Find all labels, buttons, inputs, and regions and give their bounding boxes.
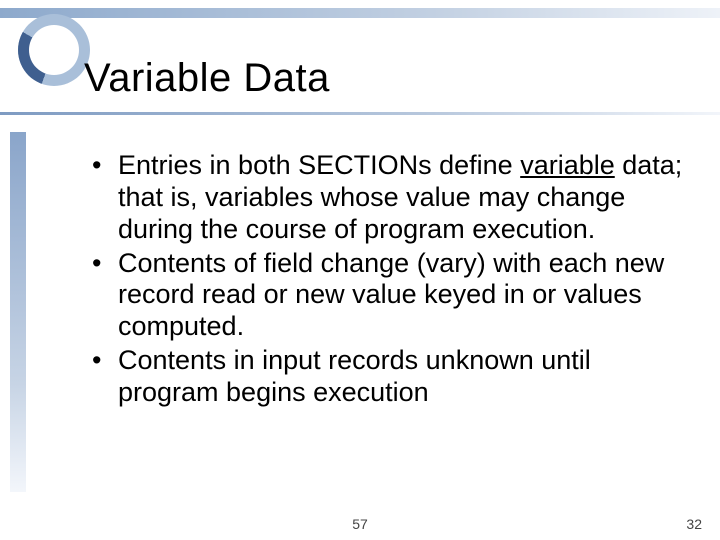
- bullet-item: Contents in input records unknown until …: [88, 345, 688, 409]
- slide-title: Variable Data: [84, 56, 330, 101]
- bullet-text-underlined: variable: [520, 150, 615, 180]
- top-accent-bar: [0, 8, 720, 18]
- footer-center-number: 57: [0, 516, 720, 532]
- content-area: Entries in both SECTIONs define variable…: [88, 150, 688, 411]
- bullet-item: Entries in both SECTIONs define variable…: [88, 150, 688, 246]
- bullet-item: Contents of field change (vary) with eac…: [88, 248, 688, 344]
- bullet-text: Contents in input records unknown until …: [118, 345, 591, 407]
- slide-number: 32: [686, 516, 702, 532]
- title-underline: [0, 112, 720, 115]
- bullet-text: Contents of field change (vary) with eac…: [118, 248, 664, 342]
- bullet-text-pre: Entries in both SECTIONs define: [118, 150, 520, 180]
- left-accent-bar: [10, 132, 26, 492]
- logo-icon: [18, 14, 90, 86]
- slide: Variable Data Entries in both SECTIONs d…: [0, 0, 720, 540]
